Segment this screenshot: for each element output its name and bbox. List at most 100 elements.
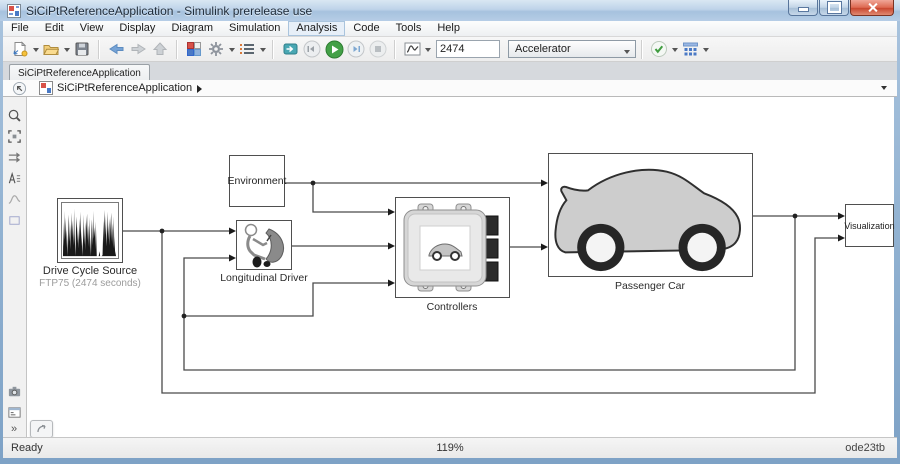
open-dropdown[interactable] bbox=[64, 48, 70, 55]
region-box-icon bbox=[7, 213, 22, 228]
new-model-dropdown[interactable] bbox=[33, 48, 39, 55]
model-tab-label: SiCiPtReferenceApplication bbox=[18, 68, 141, 79]
palette-more-button[interactable]: » bbox=[3, 423, 25, 435]
minimize-button[interactable] bbox=[788, 0, 818, 16]
block-label-visualization: Visualization bbox=[844, 221, 894, 231]
back-arrow-icon bbox=[108, 41, 125, 57]
forward-arrow-icon bbox=[130, 41, 147, 57]
menu-analysis[interactable]: Analysis bbox=[288, 21, 345, 36]
build-grid-icon bbox=[682, 41, 699, 57]
annotation-tool-button[interactable] bbox=[3, 168, 25, 189]
screenshot-button[interactable] bbox=[3, 381, 25, 402]
signal-list-icon bbox=[239, 41, 255, 57]
maximize-icon bbox=[828, 2, 841, 13]
title-bar[interactable]: SiCiPtReferenceApplication - Simulink pr… bbox=[0, 0, 900, 21]
model-badge-icon bbox=[39, 81, 53, 95]
stop-icon bbox=[369, 40, 387, 58]
block-environment[interactable]: Environment bbox=[229, 155, 285, 207]
signal-table-button[interactable] bbox=[237, 38, 257, 60]
region-tool-button[interactable] bbox=[3, 210, 25, 231]
signal-curve-icon bbox=[7, 192, 22, 207]
status-zoom-level: 119% bbox=[3, 442, 897, 454]
open-button[interactable] bbox=[41, 38, 61, 60]
block-passenger-car[interactable] bbox=[548, 153, 753, 277]
menu-tools[interactable]: Tools bbox=[388, 21, 430, 36]
menu-file[interactable]: File bbox=[3, 21, 37, 36]
close-button[interactable] bbox=[850, 0, 894, 16]
menu-code[interactable]: Code bbox=[345, 21, 387, 36]
tab-bar: SiCiPtReferenceApplication bbox=[3, 62, 897, 81]
ecu-icon bbox=[396, 198, 509, 297]
block-visualization[interactable]: Visualization bbox=[845, 204, 894, 247]
block-label-car: Passenger Car bbox=[590, 280, 710, 292]
library-browser-button[interactable] bbox=[184, 38, 204, 60]
forward-button[interactable] bbox=[128, 38, 148, 60]
maximize-button[interactable] bbox=[819, 0, 849, 16]
breadcrumb-dropdown-icon[interactable] bbox=[881, 86, 887, 93]
block-label-drive-cycle: Drive Cycle Source bbox=[20, 265, 160, 277]
open-folder-icon bbox=[43, 41, 59, 57]
save-button[interactable] bbox=[72, 38, 92, 60]
breadcrumb-expand-icon[interactable] bbox=[197, 85, 206, 93]
fit-to-view-button[interactable] bbox=[3, 126, 25, 147]
new-model-button[interactable] bbox=[10, 38, 30, 60]
popout-arrow-icon bbox=[36, 424, 48, 434]
canvas-popout-button[interactable] bbox=[30, 420, 53, 438]
simulink-app-icon bbox=[7, 4, 21, 18]
step-back-button[interactable] bbox=[302, 38, 322, 60]
toolbar-separator bbox=[394, 40, 396, 59]
pan-tool-button[interactable] bbox=[3, 147, 25, 168]
menu-help[interactable]: Help bbox=[429, 21, 468, 36]
close-icon bbox=[867, 2, 878, 13]
up-to-parent-button[interactable] bbox=[150, 38, 170, 60]
stop-button[interactable] bbox=[368, 38, 388, 60]
menu-diagram[interactable]: Diagram bbox=[163, 21, 221, 36]
breadcrumb-bar: SiCiPtReferenceApplication bbox=[3, 80, 897, 97]
menu-simulation[interactable]: Simulation bbox=[221, 21, 288, 36]
annotation-icon bbox=[7, 171, 22, 186]
new-model-icon bbox=[12, 41, 28, 57]
block-drive-cycle-source[interactable] bbox=[57, 198, 123, 263]
block-controllers[interactable] bbox=[395, 197, 510, 298]
zoom-icon bbox=[7, 108, 22, 123]
run-button[interactable] bbox=[324, 38, 344, 60]
menu-display[interactable]: Display bbox=[111, 21, 163, 36]
scope-icon bbox=[404, 41, 421, 57]
signal-table-dropdown[interactable] bbox=[260, 48, 266, 55]
breadcrumb-root[interactable]: SiCiPtReferenceApplication bbox=[57, 82, 192, 94]
model-settings-button[interactable] bbox=[206, 38, 226, 60]
scope-dropdown[interactable] bbox=[425, 48, 431, 55]
fit-view-icon bbox=[7, 129, 22, 144]
model-settings-dropdown[interactable] bbox=[229, 48, 235, 55]
simulink-window: { "window": {"title": "SiCiPtReferenceAp… bbox=[0, 0, 900, 464]
build-button[interactable] bbox=[680, 38, 700, 60]
simulation-mode-arrow-icon bbox=[624, 50, 630, 57]
step-forward-button[interactable] bbox=[346, 38, 366, 60]
navigate-back-button[interactable] bbox=[12, 81, 27, 96]
check-circle-icon bbox=[650, 40, 668, 58]
window-title: SiCiPtReferenceApplication - Simulink pr… bbox=[26, 4, 312, 18]
simulation-mode-select[interactable]: Accelerator bbox=[508, 40, 636, 58]
menu-bar: File Edit View Display Diagram Simulatio… bbox=[3, 21, 897, 37]
viewmark-tool-button[interactable] bbox=[3, 189, 25, 210]
car-silhouette-icon bbox=[549, 154, 752, 276]
model-browser-button[interactable] bbox=[3, 402, 25, 423]
model-tab[interactable]: SiCiPtReferenceApplication bbox=[9, 64, 150, 81]
data-inspector-button[interactable] bbox=[280, 38, 300, 60]
menu-view[interactable]: View bbox=[72, 21, 112, 36]
build-dropdown[interactable] bbox=[703, 48, 709, 55]
status-solver[interactable]: ode23tb bbox=[845, 442, 885, 454]
back-button[interactable] bbox=[106, 38, 126, 60]
zoom-tool-button[interactable] bbox=[3, 105, 25, 126]
camera-icon bbox=[7, 384, 22, 399]
gear-icon bbox=[208, 41, 224, 57]
library-browser-icon bbox=[186, 41, 202, 57]
menu-edit[interactable]: Edit bbox=[37, 21, 72, 36]
stop-time-input[interactable] bbox=[436, 40, 500, 58]
run-icon bbox=[325, 40, 344, 59]
block-label-controllers: Controllers bbox=[392, 301, 512, 313]
model-advisor-button[interactable] bbox=[649, 38, 669, 60]
scope-button[interactable] bbox=[402, 38, 422, 60]
model-advisor-dropdown[interactable] bbox=[672, 48, 678, 55]
block-longitudinal-driver[interactable] bbox=[236, 220, 292, 270]
